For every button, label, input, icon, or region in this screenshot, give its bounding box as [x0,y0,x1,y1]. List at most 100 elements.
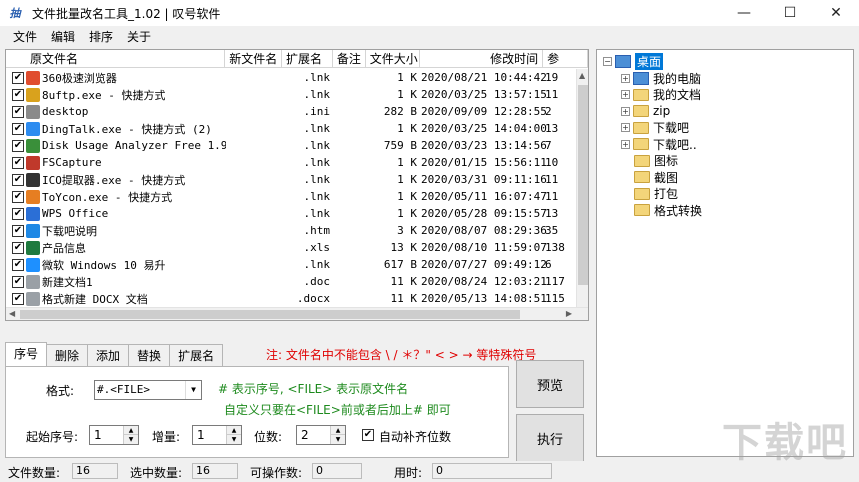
table-row[interactable]: ✔ Disk Usage Analyzer Free 1.9 .lnk 759 B 20… [6,137,578,154]
file-name: WPS Office [42,207,109,220]
row-checkbox[interactable]: ✔ [12,139,24,152]
row-checkbox[interactable]: ✔ [12,88,24,101]
table-row[interactable]: ✔ DingTalk.exe - 快捷方式 (2) .lnk 1 K 2020/03/2… [6,120,578,137]
scroll-right-icon[interactable]: ▶ [566,309,572,318]
close-button[interactable]: ✕ [813,0,859,26]
file-name: ICO提取器.exe - 快捷方式 [42,173,186,187]
ico-icon [26,172,40,187]
vertical-scroll-thumb[interactable] [578,85,588,285]
app-icon: 抽 [9,7,21,20]
tree-item[interactable]: 格式转换 [634,202,702,218]
spin-up-icon[interactable]: ▲ [124,426,138,435]
row-checkbox[interactable]: ✔ [12,224,24,237]
tab-sequence[interactable]: 序号 [5,342,48,366]
chevron-down-icon[interactable]: ▼ [185,381,201,399]
table-row[interactable]: ✔ 8uftp.exe - 快捷方式 .lnk 1 K 2020/03/25 13:57… [6,86,578,103]
tree-item[interactable]: 截图 [634,169,678,185]
autopad-checkbox[interactable]: ✔ [362,429,374,441]
tree-item[interactable]: + 我的文档 [621,87,701,103]
column-modified[interactable]: 修改时间 [420,50,544,68]
menu-sort[interactable]: 排序 [82,28,120,45]
increment-spinner[interactable]: 1 ▲ ▼ [192,425,242,445]
tree-item[interactable]: + 下载吧.. [621,136,697,152]
table-row[interactable]: ✔ ICO提取器.exe - 快捷方式 .lnk 1 K 2020/03/31 09:1… [6,171,578,188]
execute-button[interactable]: 执行 [516,414,584,462]
row-checkbox[interactable]: ✔ [12,156,24,169]
spin-down-icon[interactable]: ▼ [227,435,241,444]
row-checkbox[interactable]: ✔ [12,241,24,254]
digits-spinner[interactable]: 2 ▲ ▼ [296,425,346,445]
start-number-spinner[interactable]: 1 ▲ ▼ [89,425,139,445]
maximize-button[interactable]: ☐ [767,0,813,26]
table-row[interactable]: ✔ 产品信息 .xls 13 K 2020/08/10 11:59:07 138 [6,239,578,256]
table-row[interactable]: ✔ WPS Office .lnk 1 K 2020/05/28 09:15:57 13 [6,205,578,222]
table-row[interactable]: ✔ FSCapture .lnk 1 K 2020/01/15 15:56:11 10 [6,154,578,171]
row-checkbox[interactable]: ✔ [12,173,24,186]
column-size[interactable]: 文件大小 [366,50,420,68]
tab-replace[interactable]: 替换 [128,344,171,366]
operable-count-value: 0 [312,463,362,479]
horizontal-scrollbar[interactable]: ◀ ▶ [6,307,588,320]
vertical-scrollbar[interactable]: ▲ [576,69,588,309]
tree-item[interactable]: + 下载吧 [621,120,689,136]
preview-button[interactable]: 预览 [516,360,584,408]
cell-original-name: ✔ 360极速浏览器 [6,70,226,86]
row-checkbox[interactable]: ✔ [12,105,24,118]
tree-item[interactable]: 打包 [634,186,678,202]
table-row[interactable]: ✔ 新建文档1 .doc 11 K 2020/08/24 12:03:21 117 [6,273,578,290]
expand-icon[interactable]: + [621,123,630,132]
expand-icon[interactable]: + [621,106,630,116]
tab-add[interactable]: 添加 [87,344,130,366]
row-checkbox[interactable]: ✔ [12,122,24,135]
row-checkbox[interactable]: ✔ [12,207,24,220]
table-row[interactable]: ✔ desktop .ini 282 B 2020/09/09 12:28:55 2 [6,103,578,120]
scroll-left-icon[interactable]: ◀ [9,309,15,318]
format-select[interactable]: #.<FILE> ▼ [94,380,202,400]
tab-extension[interactable]: 扩展名 [169,344,224,366]
expand-icon[interactable]: + [621,90,630,99]
file-list[interactable]: 原文件名 新文件名 扩展名 备注 文件大小 修改时间 参 ✔ 360极速浏览器 .l… [5,49,589,321]
spin-down-icon[interactable]: ▼ [124,435,138,444]
table-row[interactable]: ✔ 360极速浏览器 .lnk 1 K 2020/08/21 10:44:42 19 [6,69,578,86]
spin-up-icon[interactable]: ▲ [331,426,345,435]
cell-extra: 35 [545,224,559,237]
column-original-name[interactable]: 原文件名 [6,50,226,68]
folder-icon [634,204,650,216]
column-new-name[interactable]: 新文件名 [225,50,283,68]
table-row[interactable]: ✔ 下载吧说明 .htm 3 K 2020/08/07 08:29:36 35 [6,222,578,239]
spin-down-icon[interactable]: ▼ [331,435,345,444]
column-extra[interactable]: 参 [543,50,588,68]
column-note[interactable]: 备注 [333,50,366,68]
minimize-button[interactable]: — [721,0,767,26]
menu-about[interactable]: 关于 [120,28,158,45]
table-row[interactable]: ✔ ToYcon.exe - 快捷方式 .lnk 1 K 2020/05/11 16:0… [6,188,578,205]
row-checkbox[interactable]: ✔ [12,275,24,288]
cell-extra: 115 [545,292,565,305]
row-checkbox[interactable]: ✔ [12,258,24,271]
table-row[interactable]: ✔ 格式新建 DOCX 文档 .docx 11 K 2020/05/13 14:08:5… [6,290,578,307]
tree-item[interactable]: + zip [621,103,670,119]
scroll-up-icon[interactable]: ▲ [579,71,585,80]
folder-tree[interactable]: − 桌面 + 我的电脑 + 我的文档 + zip + 下载吧 + 下载吧.. 图标 截图 打包 格式转换 [596,49,854,457]
cell-modified: 2020/07/27 09:49:12 [421,258,547,271]
menu-edit[interactable]: 编辑 [44,28,82,45]
spin-up-icon[interactable]: ▲ [227,426,241,435]
row-checkbox[interactable]: ✔ [12,292,24,305]
table-row[interactable]: ✔ 微软 Windows 10 易升 .lnk 617 B 2020/07/27 09:… [6,256,578,273]
expand-icon[interactable]: + [621,73,630,83]
cell-extension: .lnk [303,207,331,220]
tree-item[interactable]: 图标 [634,153,678,169]
row-checkbox[interactable]: ✔ [12,190,24,203]
menu-bar: 文件 编辑 排序 关于 [0,26,859,46]
collapse-icon[interactable]: − [603,56,612,66]
tree-item[interactable]: + 我的电脑 [621,70,701,86]
cell-extension: .doc [303,275,331,288]
tab-delete[interactable]: 删除 [46,344,89,366]
horizontal-scroll-thumb[interactable] [20,310,520,319]
row-checkbox[interactable]: ✔ [12,71,24,84]
format-value: #.<FILE> [97,383,150,396]
column-extension[interactable]: 扩展名 [282,50,333,68]
menu-file[interactable]: 文件 [6,28,44,45]
tree-root[interactable]: − 桌面 [603,52,664,70]
expand-icon[interactable]: + [621,139,630,149]
